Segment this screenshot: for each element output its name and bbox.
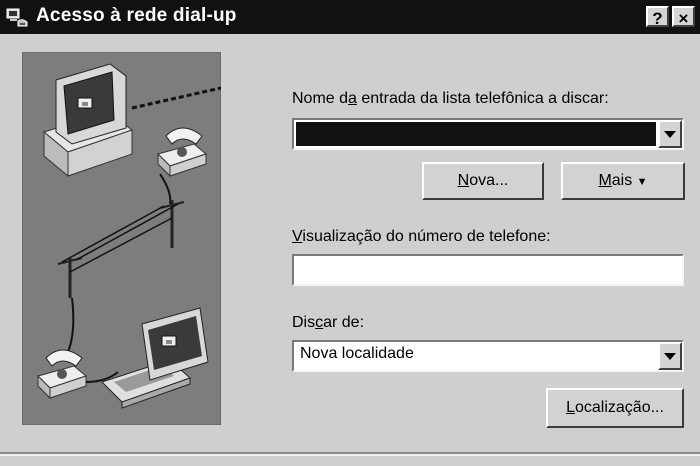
chevron-down-icon [664, 131, 676, 138]
more-arrow-icon: ▼ [636, 176, 648, 188]
window-title: Acesso à rede dial-up [36, 5, 237, 26]
new-entry-button[interactable]: Nova... [422, 162, 544, 200]
dial-from-combobox[interactable]: Nova localidade [292, 340, 684, 372]
phonebook-entry-selection [296, 122, 656, 146]
close-icon: × [678, 9, 689, 28]
dial-from-value: Nova localidade [300, 345, 414, 362]
dialup-phone-icon [6, 6, 30, 28]
phonebook-entry-combobox[interactable] [292, 118, 684, 150]
phone-number-preview-label: Visualização do número de telefone: [292, 228, 551, 245]
dial-from-label: Discar de: [292, 314, 365, 331]
dial-from-dropdown-button[interactable] [658, 342, 682, 370]
more-button[interactable]: Mais ▼ [561, 162, 685, 200]
phonebook-dropdown-button[interactable] [658, 120, 682, 148]
dialup-window: Acesso à rede dial-up ? × Nome da entrad… [0, 0, 700, 466]
phonebook-entry-label: Nome da entrada da lista telefônica a di… [292, 90, 609, 107]
dialup-illustration [22, 52, 221, 425]
phone-number-preview-field[interactable] [292, 254, 684, 286]
help-button[interactable]: ? [646, 6, 669, 28]
separator-highlight [0, 454, 700, 456]
title-bar[interactable]: Acesso à rede dial-up ? × [0, 0, 700, 34]
chevron-down-icon [664, 353, 676, 360]
close-button[interactable]: × [672, 6, 695, 28]
location-button[interactable]: Localização... [546, 388, 684, 428]
